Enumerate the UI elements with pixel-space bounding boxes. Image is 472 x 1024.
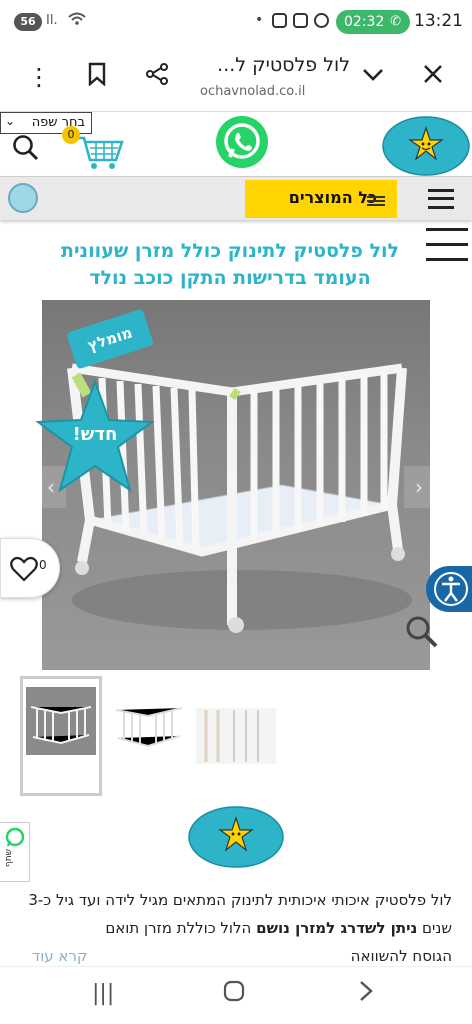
read-more-link[interactable]: קרא עוד <box>32 942 88 966</box>
description-clip: לול פלסטיק איכותי איכותית לתינוק המתאים … <box>0 886 472 966</box>
wifi-icon <box>68 12 86 30</box>
cart-count-badge: 0 <box>62 126 80 144</box>
call-chip[interactable]: 02:32 ✆ <box>336 10 410 34</box>
status-bar: 56 Il. • 02:32 ✆ 13:21 <box>0 0 472 44</box>
search-icon[interactable] <box>12 134 40 162</box>
instagram-icon-2 <box>293 13 308 28</box>
whatsapp-status-icon <box>314 13 329 28</box>
chevron-down-icon[interactable] <box>358 62 388 92</box>
hamburger-icon <box>367 196 385 206</box>
browser-toolbar: ⋮ לול פלסטיק ל... ochavnolad.co.il <box>0 44 472 112</box>
new-star-label: חדש! <box>72 424 118 445</box>
product-title: לול פלסטיק לתינוק כולל מזרן שעוונית העומ… <box>60 240 400 289</box>
nav-bar: כל המוצרים <box>0 176 472 220</box>
notification-badge: 56 <box>14 13 42 31</box>
gallery-next-button[interactable]: › <box>404 466 434 508</box>
accessibility-button[interactable] <box>426 566 472 612</box>
home-button[interactable] <box>222 979 246 1009</box>
close-icon[interactable] <box>418 62 448 92</box>
thumbnail-3[interactable] <box>194 676 278 796</box>
back-button[interactable] <box>356 979 376 1009</box>
more-vert-icon[interactable]: ⋮ <box>24 62 54 92</box>
thumbnail-2[interactable] <box>110 676 188 796</box>
accessibility-icon <box>434 572 468 606</box>
share-label: שתף <box>4 849 14 868</box>
wishlist-count: 0 <box>39 558 47 572</box>
call-time: 02:32 <box>344 14 385 30</box>
hamburger-menu-icon[interactable] <box>426 228 468 262</box>
chevron-down-icon: ⌄ <box>5 114 16 128</box>
wishlist-button[interactable]: 0 <box>0 538 60 598</box>
phone-icon: ✆ <box>390 14 401 29</box>
all-products-button[interactable]: כל המוצרים <box>245 180 397 218</box>
system-nav-bar: ||| <box>0 966 472 1024</box>
share-icon[interactable] <box>142 62 172 92</box>
cart-button[interactable]: 0 <box>60 126 124 172</box>
site-logo[interactable] <box>382 116 470 176</box>
whatsapp-share-button[interactable]: שתף <box>0 822 30 882</box>
instagram-icon <box>272 13 287 28</box>
product-description: לול פלסטיק איכותי איכותית לתינוק המתאים … <box>20 886 452 966</box>
recents-button[interactable]: ||| <box>92 981 114 1006</box>
page-title[interactable]: לול פלסטיק ל... <box>200 54 350 76</box>
whatsapp-icon[interactable] <box>216 116 268 168</box>
page-url[interactable]: ochavnolad.co.il <box>200 84 305 99</box>
thumbnail-1[interactable] <box>20 676 102 796</box>
bookmark-icon[interactable] <box>82 62 112 92</box>
heart-icon <box>10 556 38 582</box>
menu-icon[interactable] <box>428 189 454 209</box>
brand-logo <box>188 806 284 868</box>
clock: 13:21 <box>414 11 463 31</box>
dot-icon: • <box>255 12 264 28</box>
waze-icon[interactable] <box>8 183 38 213</box>
signal-icon: Il. <box>46 13 58 28</box>
zoom-icon[interactable] <box>404 614 440 650</box>
new-star-badge: חדש! <box>34 378 156 496</box>
whatsapp-icon <box>5 827 25 847</box>
